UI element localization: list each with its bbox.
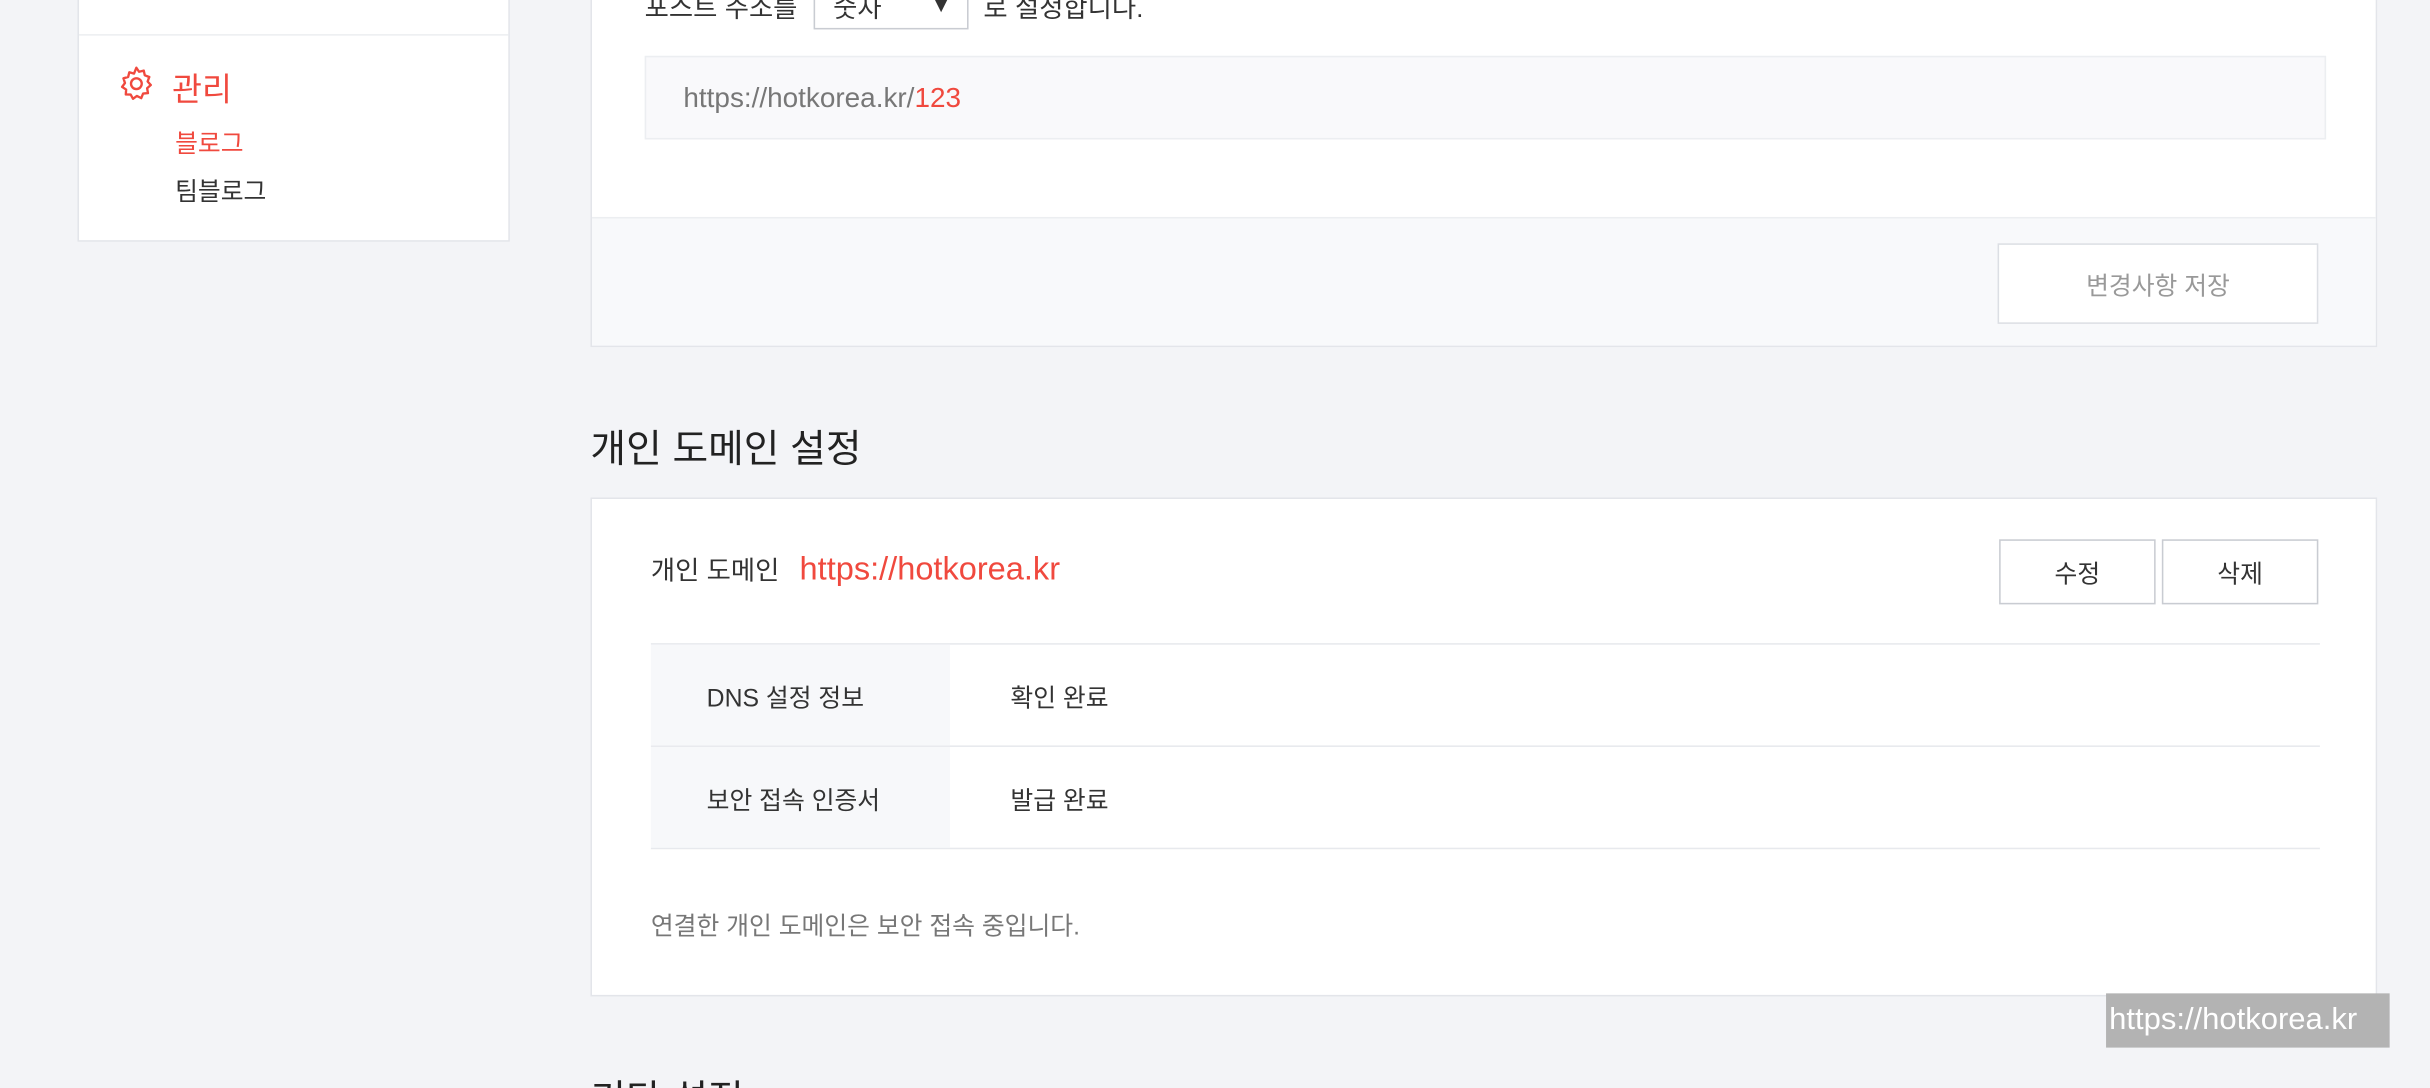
sidebar-item-blog[interactable]: 블로그 (175, 122, 243, 159)
dns-status-key: DNS 설정 정보 (650, 644, 950, 746)
card-footer: 변경사항 저장 (591, 216, 2376, 346)
sidebar-divider (79, 34, 509, 36)
caret-down-icon: ▾ (934, 0, 948, 19)
post-address-suffix: 로 설정합니다. (983, 0, 1144, 23)
sidebar: 관리 블로그 팀블로그 (77, 0, 510, 242)
save-changes-button[interactable]: 변경사항 저장 (1997, 243, 2319, 324)
custom-domain-card: 개인 도메인 https://hotkorea.kr 수정 삭제 DNS 설정 … (590, 497, 2378, 997)
custom-domain-label: 개인 도메인 (650, 556, 780, 586)
section-title-custom-domain: 개인 도메인 설정 (590, 427, 862, 472)
section-title-other-settings: 기타 설정 (590, 1069, 743, 1088)
post-address-row: 포스트 주소를 숫자 ▾ 로 설정합니다. (644, 0, 1144, 30)
table-row: 보안 접속 인증서 발급 완료 (650, 746, 2320, 850)
sidebar-item-team-blog[interactable]: 팀블로그 (175, 170, 266, 207)
watermark: https://hotkorea.kr (2106, 993, 2390, 1048)
post-address-card: 포스트 주소를 숫자 ▾ 로 설정합니다. https://hotkorea.k… (590, 0, 2378, 348)
delete-button[interactable]: 삭제 (2161, 539, 2319, 605)
post-url-base: https://hotkorea.kr/ (683, 81, 915, 113)
post-url-id: 123 (914, 81, 962, 113)
domain-secure-note: 연결한 개인 도메인은 보안 접속 중입니다. (650, 914, 1081, 941)
sidebar-section-label: 관리 (172, 72, 232, 108)
post-address-prefix: 포스트 주소를 (644, 0, 798, 23)
edit-button[interactable]: 수정 (1999, 539, 2156, 605)
dns-status-value: 확인 완료 (1010, 685, 1109, 713)
ssl-status-value: 발급 완료 (1010, 788, 1109, 815)
domain-status-table: DNS 설정 정보 확인 완료 보안 접속 인증서 발급 완료 (650, 643, 2320, 850)
post-address-select-value: 숫자 (833, 0, 882, 23)
gear-icon (116, 64, 156, 112)
sidebar-section-management[interactable]: 관리 (116, 64, 232, 112)
post-url-preview: https://hotkorea.kr/123 (644, 55, 2327, 140)
custom-domain-link[interactable]: https://hotkorea.kr (800, 552, 1060, 589)
custom-domain-header: 개인 도메인 https://hotkorea.kr (651, 549, 1060, 589)
ssl-status-key: 보안 접속 인증서 (650, 746, 950, 848)
post-address-select[interactable]: 숫자 ▾ (812, 0, 968, 30)
page: 관리 블로그 팀블로그 포스트 주소를 숫자 ▾ 로 설정합니다. https:… (0, 0, 2430, 1088)
table-row: DNS 설정 정보 확인 완료 (650, 644, 2320, 747)
